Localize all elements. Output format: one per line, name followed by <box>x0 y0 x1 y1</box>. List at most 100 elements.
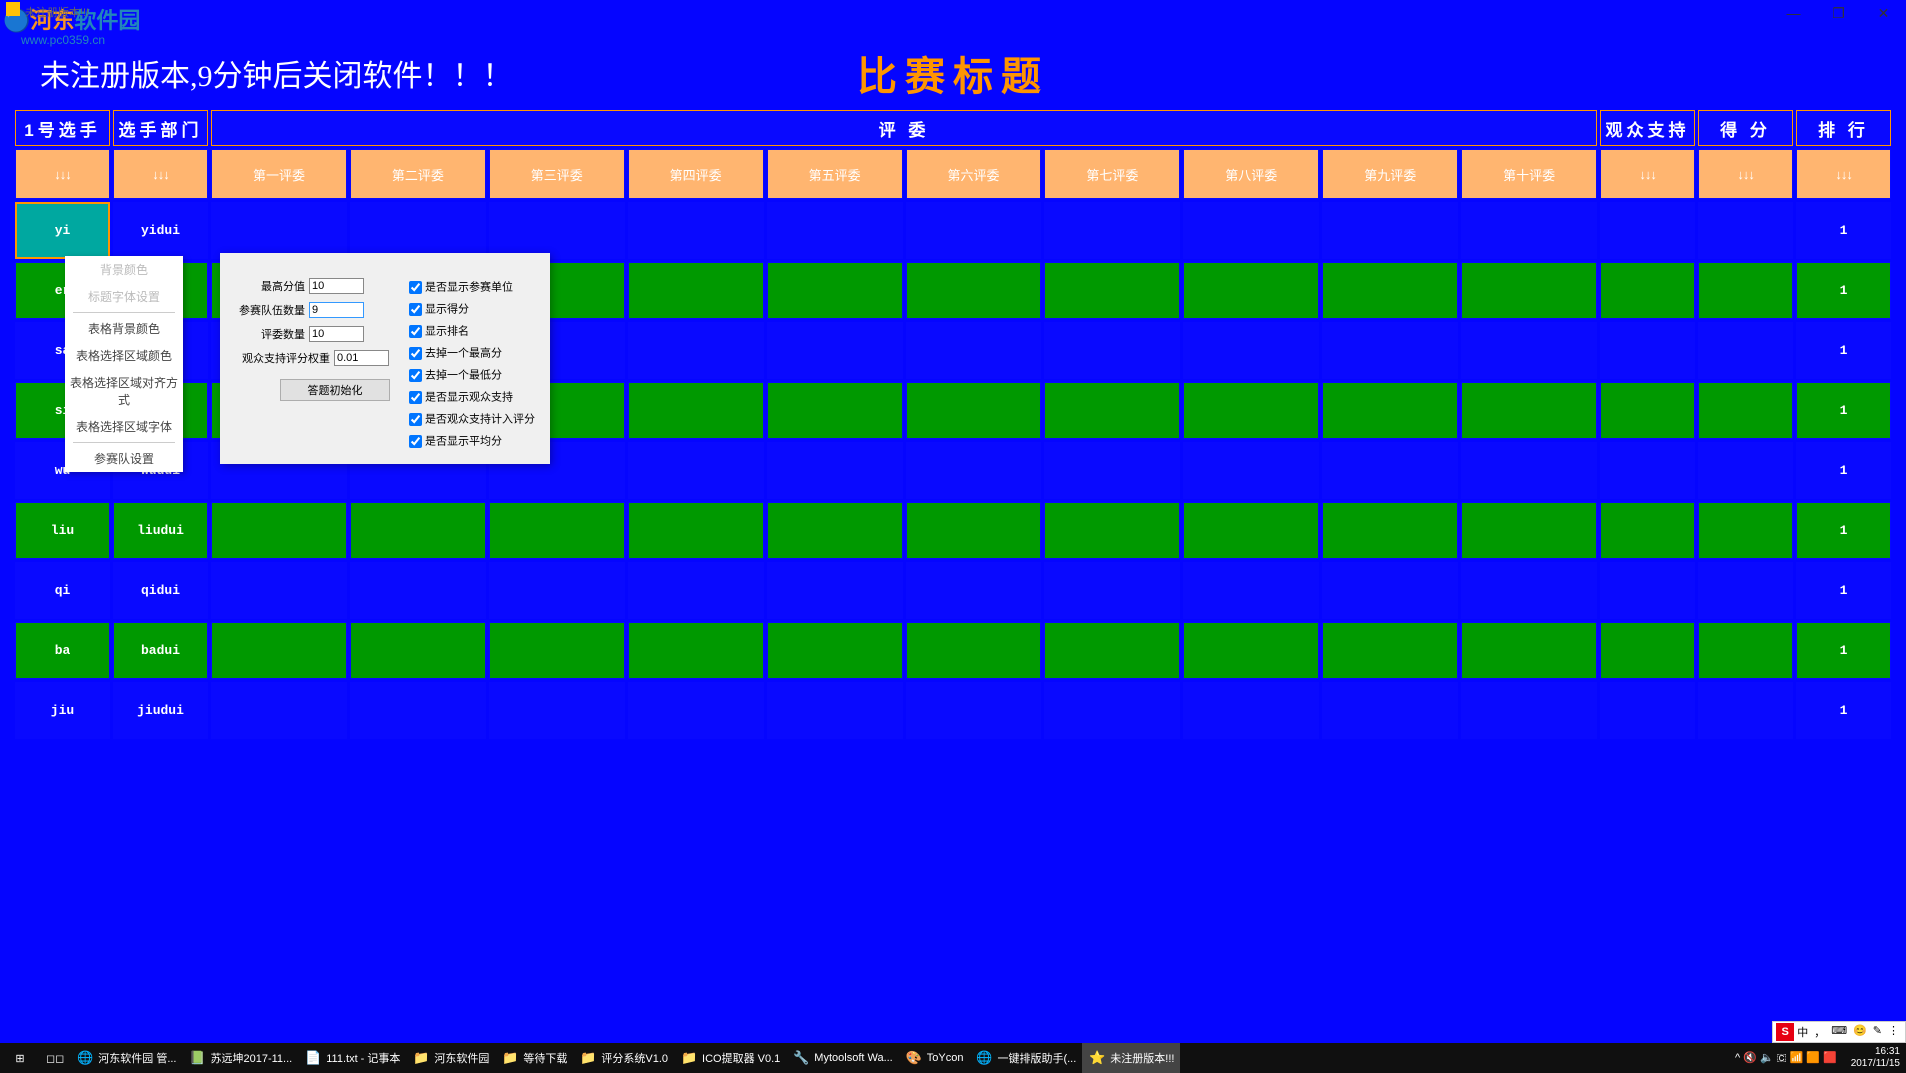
cell-audience[interactable] <box>1600 322 1695 379</box>
subcol-judge-1[interactable]: 第一评委 <box>211 149 347 199</box>
cell-judge[interactable] <box>628 502 764 559</box>
data-row[interactable]: yiyidui1 <box>15 202 1891 259</box>
cell-audience[interactable] <box>1600 622 1695 679</box>
col-score[interactable]: 得 分 <box>1698 110 1793 146</box>
menu-table-bg[interactable]: 表格背景颜色 <box>65 315 183 342</box>
cell-judge[interactable] <box>1461 622 1597 679</box>
cell-dept[interactable]: badui <box>113 622 208 679</box>
cell-judge[interactable] <box>628 202 764 259</box>
cell-judge[interactable] <box>1461 262 1597 319</box>
cell-judge[interactable] <box>767 502 903 559</box>
lang-item[interactable]: ⋮ <box>1885 1024 1902 1040</box>
window-maximize[interactable]: ❐ <box>1816 0 1861 28</box>
window-minimize[interactable]: — <box>1771 0 1816 28</box>
taskbar-item[interactable]: 📁河东软件园 <box>406 1043 495 1073</box>
cell-judge[interactable] <box>211 622 347 679</box>
subcol-judge-8[interactable]: 第八评委 <box>1183 149 1319 199</box>
cell-judge[interactable] <box>1044 622 1180 679</box>
subcol-dept[interactable]: ↓↓↓ <box>113 149 208 199</box>
cell-dept[interactable]: qidui <box>113 562 208 619</box>
cell-judge[interactable] <box>1183 202 1319 259</box>
subcol-judge-3[interactable]: 第三评委 <box>489 149 625 199</box>
cell-judge[interactable] <box>1044 262 1180 319</box>
subcol-score[interactable]: ↓↓↓ <box>1698 149 1793 199</box>
cell-rank[interactable]: 1 <box>1796 202 1891 259</box>
cell-judge[interactable] <box>1044 562 1180 619</box>
cell-judge[interactable] <box>1183 322 1319 379</box>
subcol-judge-4[interactable]: 第四评委 <box>628 149 764 199</box>
taskbar-item[interactable]: 📁等待下载 <box>495 1043 573 1073</box>
taskbar-clock[interactable]: 16:312017/11/15 <box>1845 1046 1906 1070</box>
cell-judge[interactable] <box>1183 442 1319 499</box>
language-bar[interactable]: S 中，⌨😊✎⋮ <box>1772 1021 1906 1043</box>
taskbar-item[interactable]: 📄111.txt - 记事本 <box>298 1043 406 1073</box>
cell-rank[interactable]: 1 <box>1796 562 1891 619</box>
cell-judge[interactable] <box>1322 502 1458 559</box>
cell-judge[interactable] <box>489 682 625 739</box>
cell-judge[interactable] <box>1183 502 1319 559</box>
taskbar[interactable]: ⊞ ◻◻ 🌐河东软件园 管...📗苏远坤2017-11...📄111.txt -… <box>0 1043 1906 1073</box>
cell-judge[interactable] <box>1461 382 1597 439</box>
menu-title-font[interactable]: 标题字体设置 <box>65 283 183 310</box>
cell-contestant[interactable]: jiu <box>15 682 110 739</box>
audience-weight-input[interactable] <box>334 350 389 366</box>
cell-judge[interactable] <box>906 502 1042 559</box>
cell-judge[interactable] <box>1183 262 1319 319</box>
cell-judge[interactable] <box>1322 622 1458 679</box>
cb-count-audience[interactable]: 是否观众支持计入评分 <box>405 410 540 429</box>
cell-judge[interactable] <box>1183 382 1319 439</box>
cell-judge[interactable] <box>350 202 486 259</box>
cell-audience[interactable] <box>1600 502 1695 559</box>
cell-rank[interactable]: 1 <box>1796 682 1891 739</box>
cell-dept[interactable]: liudui <box>113 502 208 559</box>
taskbar-item[interactable]: ⭐未注册版本!!! <box>1082 1043 1180 1073</box>
cell-rank[interactable]: 1 <box>1796 322 1891 379</box>
cell-judge[interactable] <box>1044 202 1180 259</box>
cell-judge[interactable] <box>906 562 1042 619</box>
cell-score[interactable] <box>1698 502 1793 559</box>
cell-rank[interactable]: 1 <box>1796 382 1891 439</box>
lang-item[interactable]: ✎ <box>1870 1024 1885 1040</box>
cell-judge[interactable] <box>906 682 1042 739</box>
cb-show-score[interactable]: 显示得分 <box>405 300 540 319</box>
team-count-input[interactable] <box>309 302 364 318</box>
cell-judge[interactable] <box>211 502 347 559</box>
cell-judge[interactable] <box>628 262 764 319</box>
cell-audience[interactable] <box>1600 562 1695 619</box>
cell-score[interactable] <box>1698 682 1793 739</box>
taskbar-item[interactable]: 📁ICO提取器 V0.1 <box>674 1043 786 1073</box>
cell-judge[interactable] <box>211 202 347 259</box>
menu-bg-color[interactable]: 背景颜色 <box>65 256 183 283</box>
menu-table-sel-color[interactable]: 表格选择区域颜色 <box>65 342 183 369</box>
cb-show-rank[interactable]: 显示排名 <box>405 322 540 341</box>
cell-judge[interactable] <box>767 442 903 499</box>
cell-score[interactable] <box>1698 562 1793 619</box>
lang-item[interactable]: 中 <box>1794 1024 1811 1040</box>
cell-score[interactable] <box>1698 442 1793 499</box>
cell-score[interactable] <box>1698 382 1793 439</box>
cell-judge[interactable] <box>1322 262 1458 319</box>
data-row[interactable]: babadui1 <box>15 622 1891 679</box>
taskbar-item[interactable]: 🎨ToYcon <box>899 1043 970 1073</box>
cell-judge[interactable] <box>1461 682 1597 739</box>
cell-judge[interactable] <box>350 622 486 679</box>
cell-rank[interactable]: 1 <box>1796 502 1891 559</box>
cell-judge[interactable] <box>1322 382 1458 439</box>
col-dept[interactable]: 选手部门 <box>113 110 208 146</box>
cell-audience[interactable] <box>1600 382 1695 439</box>
cell-judge[interactable] <box>767 322 903 379</box>
cell-judge[interactable] <box>767 382 903 439</box>
col-rank[interactable]: 排 行 <box>1796 110 1891 146</box>
init-button[interactable]: 答题初始化 <box>280 379 390 401</box>
subcol-judge-10[interactable]: 第十评委 <box>1461 149 1597 199</box>
cell-judge[interactable] <box>489 562 625 619</box>
sogou-icon[interactable]: S <box>1776 1023 1794 1041</box>
cell-judge[interactable] <box>1461 562 1597 619</box>
cb-show-audience[interactable]: 是否显示观众支持 <box>405 388 540 407</box>
cell-rank[interactable]: 1 <box>1796 262 1891 319</box>
cell-judge[interactable] <box>767 622 903 679</box>
cell-audience[interactable] <box>1600 202 1695 259</box>
lang-item[interactable]: 😊 <box>1850 1024 1870 1040</box>
cell-judge[interactable] <box>628 322 764 379</box>
lang-item[interactable]: ， <box>1811 1024 1828 1040</box>
